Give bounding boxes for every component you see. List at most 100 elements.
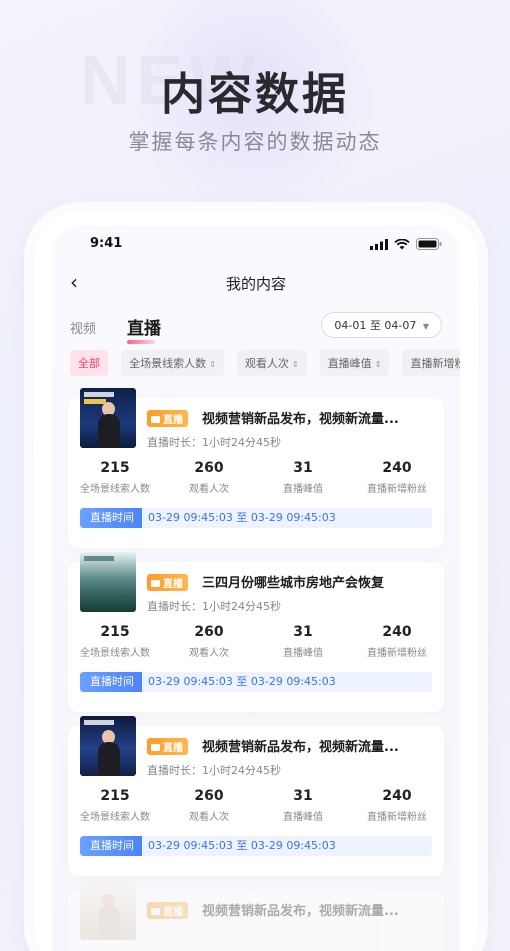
live-time-range: 03-29 09:45:03 至 03-29 09:45:03	[148, 511, 336, 524]
camera-icon	[151, 908, 160, 915]
card-title: 视频营销新品发布，视频新流量...	[202, 904, 399, 919]
filter-all[interactable]: 全部	[70, 350, 108, 376]
thumbnail-caption	[84, 720, 114, 725]
sort-icon: ⇕	[291, 360, 299, 369]
stat-label: 直播新增粉丝	[367, 648, 427, 659]
live-thumbnail	[80, 716, 136, 776]
card-stats: 215 全场景线索人数 260 观看人次 31 直播峰值 240 直播新增粉丝	[68, 624, 444, 659]
list-item[interactable]: 直播 视频营销新品发布，视频新流量... 直播时长：1小时24分45秒 215 全…	[68, 716, 444, 876]
stat-value: 215	[100, 624, 130, 640]
stat-views: 260 观看人次	[162, 624, 256, 659]
live-thumbnail	[80, 552, 136, 612]
stat-label: 全场景线索人数	[80, 484, 150, 495]
stat-peak: 31 直播峰值	[256, 624, 350, 659]
stat-value: 31	[293, 788, 313, 804]
live-badge-label: 直播	[163, 743, 183, 754]
live-time-bar: 直播时间 03-29 09:45:03 至 03-29 09:45:03	[80, 672, 432, 692]
thumbnail-caption	[84, 392, 114, 397]
live-badge-label: 直播	[163, 907, 183, 918]
date-range-selector[interactable]: 04-01 至 04-07 ▼	[321, 312, 442, 338]
status-time: 9:41	[90, 236, 123, 251]
live-time-range: 03-29 09:45:03 至 03-29 09:45:03	[148, 675, 336, 688]
live-time-label: 直播时间	[80, 836, 142, 856]
stat-label: 观看人次	[189, 812, 229, 823]
stat-label: 直播峰值	[283, 812, 323, 823]
page-title: 我的内容	[225, 275, 286, 293]
card-duration: 直播时长：1小时24分45秒	[147, 436, 281, 449]
stat-peak: 31 直播峰值	[256, 788, 350, 823]
stat-label: 直播新增粉丝	[367, 812, 427, 823]
promo-title: 内容数据	[161, 69, 349, 120]
stat-value: 215	[100, 460, 130, 476]
card-duration: 直播时长：1小时24分45秒	[147, 764, 281, 777]
live-time-bar: 直播时间 03-29 09:45:03 至 03-29 09:45:03	[80, 836, 432, 856]
signal-icon	[370, 238, 388, 250]
stat-value: 260	[194, 460, 224, 476]
stat-leads: 215 全场景线索人数	[68, 460, 162, 495]
stat-leads: 215 全场景线索人数	[68, 624, 162, 659]
live-badge: 直播	[147, 738, 188, 755]
tab-live[interactable]: 直播	[127, 314, 161, 344]
stat-label: 观看人次	[189, 648, 229, 659]
stat-value: 260	[194, 624, 224, 640]
filter-label: 全部	[78, 357, 100, 370]
stat-value: 215	[100, 788, 130, 804]
stat-new-fans: 240 直播新增粉丝	[350, 624, 444, 659]
stat-label: 直播新增粉丝	[367, 484, 427, 495]
content-tabs: 视频 直播 04-01 至 04-07 ▼	[52, 306, 460, 346]
list-item[interactable]: 直播 三四月份哪些城市房地产会恢复 直播时长：1小时24分45秒 215 全场景线…	[68, 552, 444, 712]
live-time-range: 03-29 09:45:03 至 03-29 09:45:03	[148, 839, 336, 852]
filter-bar: 全部 全场景线索人数⇕ 观看人次⇕ 直播峰值⇕ 直播新增粉丝⇕	[52, 346, 460, 386]
stat-new-fans: 240 直播新增粉丝	[350, 788, 444, 823]
live-time-bar: 直播时间 03-29 09:45:03 至 03-29 09:45:03	[80, 508, 432, 528]
thumbnail-person	[98, 742, 120, 776]
card-duration: 直播时长：1小时24分45秒	[147, 600, 281, 613]
status-bar: 9:41	[52, 226, 460, 262]
list-item[interactable]: 直播 视频营销新品发布，视频新流量...	[68, 880, 444, 951]
filter-label: 观看人次	[244, 357, 289, 370]
tab-live-label: 直播	[127, 319, 161, 339]
camera-icon	[151, 416, 160, 423]
list-item[interactable]: 直播 视频营销新品发布，视频新流量... 直播时长：1小时24分45秒 215 全…	[68, 388, 444, 548]
camera-icon	[151, 744, 160, 751]
thumbnail-caption	[84, 556, 114, 561]
stat-value: 240	[382, 788, 412, 804]
live-badge-label: 直播	[163, 579, 183, 590]
stat-label: 直播峰值	[283, 648, 323, 659]
thumbnail-person	[98, 414, 120, 448]
live-badge: 直播	[147, 574, 188, 591]
filter-views[interactable]: 观看人次 ⇕	[236, 350, 307, 376]
live-badge: 直播	[147, 902, 188, 919]
live-time-label: 直播时间	[80, 672, 142, 692]
live-content-list: 直播 视频营销新品发布，视频新流量... 直播时长：1小时24分45秒 215 全…	[52, 388, 460, 951]
stat-value: 240	[382, 624, 412, 640]
wifi-icon	[394, 238, 410, 249]
stat-label: 直播峰值	[283, 484, 323, 495]
filter-leads[interactable]: 全场景线索人数 ⇕	[121, 350, 224, 376]
status-icons	[370, 238, 442, 250]
stat-value: 31	[293, 624, 313, 640]
live-badge-label: 直播	[163, 415, 183, 426]
nav-bar: ‹ 我的内容	[52, 262, 460, 306]
live-thumbnail	[80, 388, 136, 448]
filter-peak[interactable]: 直播峰值 ⇕	[319, 350, 390, 376]
stat-label: 全场景线索人数	[80, 812, 150, 823]
thumbnail-person	[98, 906, 120, 940]
tab-video[interactable]: 视频	[70, 318, 96, 337]
stat-value: 240	[382, 460, 412, 476]
card-stats: 215 全场景线索人数 260 观看人次 31 直播峰值 240 直播新增粉丝	[68, 460, 444, 495]
card-stats: 215 全场景线索人数 260 观看人次 31 直播峰值 240 直播新增粉丝	[68, 788, 444, 823]
card-title: 视频营销新品发布，视频新流量...	[202, 740, 399, 755]
stat-peak: 31 直播峰值	[256, 460, 350, 495]
camera-icon	[151, 580, 160, 587]
tab-active-indicator	[127, 340, 155, 344]
live-thumbnail	[80, 880, 136, 940]
thumbnail-caption	[84, 399, 106, 404]
sort-icon: ⇕	[209, 360, 216, 369]
app-screen: 9:41 ‹ 我的内容 视频 直播 04-01 至 04-07 ▼ 全部 全场景…	[52, 226, 460, 951]
caret-down-icon: ▼	[422, 322, 429, 331]
filter-new-fans[interactable]: 直播新增粉丝⇕	[402, 350, 460, 376]
stat-value: 31	[293, 460, 313, 476]
promo-subtitle: 掌握每条内容的数据动态	[128, 130, 382, 154]
stat-leads: 215 全场景线索人数	[68, 788, 162, 823]
